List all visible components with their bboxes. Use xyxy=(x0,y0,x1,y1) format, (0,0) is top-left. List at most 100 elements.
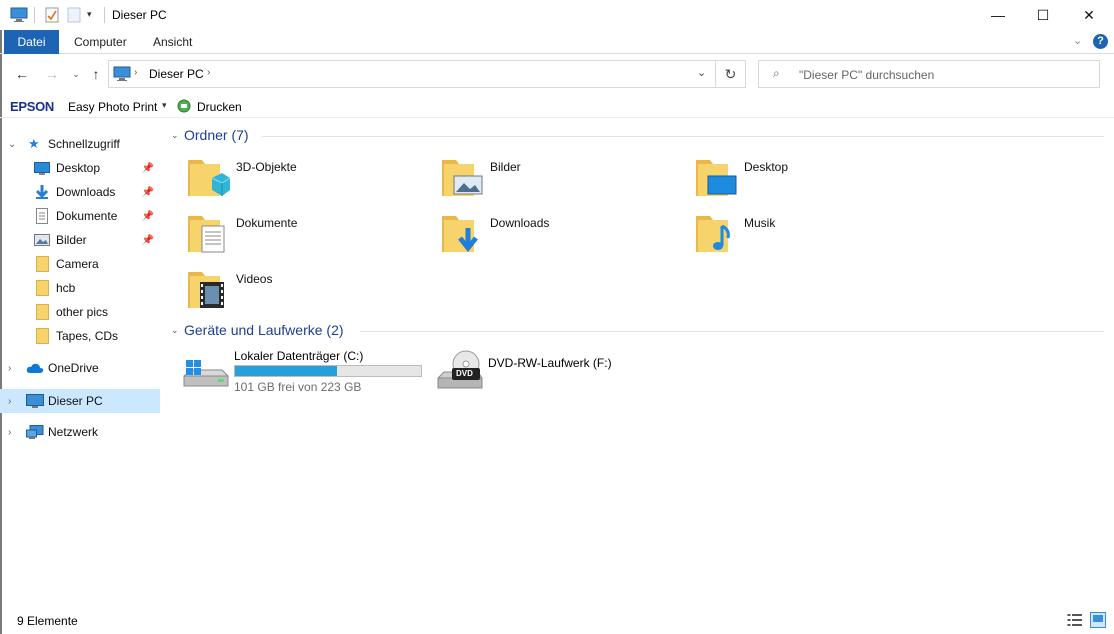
folder-icon xyxy=(36,256,49,272)
this-pc-icon xyxy=(26,394,44,412)
tab-ansicht[interactable]: Ansicht xyxy=(141,30,204,54)
group-divider xyxy=(360,331,1104,332)
customize-toolbar-icon[interactable]: ▾ xyxy=(87,9,92,20)
sidebar-item-label: Bilder xyxy=(56,233,87,247)
tab-computer[interactable]: Computer xyxy=(62,30,139,54)
folder-3d-objects[interactable]: 3D-Objekte xyxy=(184,152,434,204)
title-bar: ▾ Dieser PC — ☐ ✕ xyxy=(0,0,1114,30)
expand-chevron-icon[interactable]: ⌄ xyxy=(8,139,16,150)
sidebar-item-pictures[interactable]: Bilder 📌 xyxy=(0,228,160,252)
pin-icon[interactable]: 📌 xyxy=(142,163,154,174)
item-count: 9 Elemente xyxy=(17,614,78,628)
close-button[interactable]: ✕ xyxy=(1066,0,1112,30)
separator xyxy=(104,7,105,23)
sidebar-item-network[interactable]: › Netzwerk xyxy=(0,420,160,444)
printer-icon[interactable] xyxy=(177,99,191,116)
sidebar-item-downloads[interactable]: Downloads 📌 xyxy=(0,180,160,204)
ribbon-tabs: Datei Computer Ansicht ⌄ ? xyxy=(0,30,1114,54)
sidebar-item-label: Schnellzugriff xyxy=(48,137,120,151)
cloud-icon xyxy=(26,362,44,377)
folder-music[interactable]: Musik xyxy=(692,208,942,260)
folder-pictures[interactable]: Bilder xyxy=(438,152,688,204)
easy-photo-print-button[interactable]: Easy Photo Print xyxy=(68,100,157,114)
search-icon: ⌕ xyxy=(773,66,780,80)
drive-free-space: 101 GB frei von 223 GB xyxy=(234,380,362,394)
tab-datei[interactable]: Datei xyxy=(4,30,59,54)
documents-icon xyxy=(36,208,48,227)
folders-group-header[interactable]: Ordner (7) xyxy=(184,127,249,143)
search-input[interactable]: ⌕ "Dieser PC" durchsuchen xyxy=(758,60,1100,88)
search-placeholder: "Dieser PC" durchsuchen xyxy=(799,68,935,82)
minimize-button[interactable]: — xyxy=(975,0,1021,30)
desktop-folder-icon xyxy=(692,152,740,200)
sidebar-item-hcb[interactable]: hcb xyxy=(0,276,160,300)
address-bar[interactable]: › Dieser PC › ⌄ xyxy=(108,60,716,88)
collapse-group-icon[interactable]: ⌄ xyxy=(171,130,179,141)
drive-c[interactable]: Lokaler Datenträger (C:) 101 GB frei von… xyxy=(182,346,432,398)
documents-folder-icon xyxy=(184,208,232,256)
collapse-group-icon[interactable]: ⌄ xyxy=(171,325,179,336)
folder-icon xyxy=(36,328,49,344)
star-icon: ★ xyxy=(28,136,40,151)
expand-ribbon-icon[interactable]: ⌄ xyxy=(1073,34,1082,47)
dropdown-arrow-icon[interactable]: ▾ xyxy=(162,100,167,111)
expand-chevron-icon[interactable]: › xyxy=(8,363,11,374)
sidebar-item-camera[interactable]: Camera xyxy=(0,252,160,276)
sidebar-item-tapes-cds[interactable]: Tapes, CDs xyxy=(0,324,160,348)
folder-videos[interactable]: Videos xyxy=(184,264,434,316)
pin-icon[interactable]: 📌 xyxy=(142,187,154,198)
folder-label: Videos xyxy=(236,272,273,286)
forward-arrow-icon[interactable]: → xyxy=(42,66,62,82)
print-button[interactable]: Drucken xyxy=(197,100,242,114)
sidebar-item-label: Camera xyxy=(56,257,99,271)
expand-chevron-icon[interactable]: › xyxy=(8,396,11,407)
sidebar-item-label: Downloads xyxy=(56,185,116,199)
pin-icon[interactable]: 📌 xyxy=(142,235,154,246)
folder-documents[interactable]: Dokumente xyxy=(184,208,434,260)
folder-desktop[interactable]: Desktop xyxy=(692,152,942,204)
new-folder-icon[interactable] xyxy=(66,7,82,26)
drive-label: Lokaler Datenträger (C:) xyxy=(234,349,364,363)
back-arrow-icon[interactable]: ← xyxy=(12,66,32,82)
up-arrow-icon[interactable]: ↑ xyxy=(86,66,106,82)
dvd-badge: DVD xyxy=(456,369,473,378)
desktop-icon xyxy=(34,162,50,178)
sidebar-item-quick-access[interactable]: ⌄ ★ Schnellzugriff xyxy=(0,132,160,156)
sidebar-item-other-pics[interactable]: other pics xyxy=(0,300,160,324)
pictures-icon xyxy=(34,234,50,249)
epson-toolbar: EPSON Easy Photo Print ▾ Drucken xyxy=(0,96,1114,118)
refresh-icon: ↻ xyxy=(724,65,737,82)
folder-label: 3D-Objekte xyxy=(236,160,297,174)
sidebar-item-label: Dokumente xyxy=(56,209,118,223)
pin-icon[interactable]: 📌 xyxy=(142,211,154,222)
this-pc-icon[interactable] xyxy=(10,7,28,26)
maximize-button[interactable]: ☐ xyxy=(1020,0,1066,30)
help-icon[interactable]: ? xyxy=(1093,34,1108,49)
expand-chevron-icon[interactable]: › xyxy=(8,427,11,438)
address-dropdown-icon[interactable]: ⌄ xyxy=(697,66,706,79)
sidebar-item-label: hcb xyxy=(56,281,76,295)
sidebar-item-this-pc[interactable]: › Dieser PC xyxy=(0,389,160,413)
recent-locations-icon[interactable]: ⌄ xyxy=(66,66,86,82)
breadcrumb-chevron-icon[interactable]: › xyxy=(207,67,210,78)
sidebar-item-documents[interactable]: Dokumente 📌 xyxy=(0,204,160,228)
music-folder-icon xyxy=(692,208,740,256)
breadcrumb-this-pc[interactable]: Dieser PC xyxy=(149,67,204,81)
large-icons-view-icon[interactable] xyxy=(1090,612,1106,631)
folder-downloads[interactable]: Downloads xyxy=(438,208,688,260)
refresh-button[interactable]: ↻ xyxy=(716,60,746,88)
group-divider xyxy=(262,136,1104,137)
drives-group-header[interactable]: Geräte und Laufwerke (2) xyxy=(184,322,344,338)
3d-objects-icon xyxy=(184,152,232,200)
details-view-icon[interactable] xyxy=(1067,613,1083,630)
drive-f[interactable]: DVD DVD-RW-Laufwerk (F:) xyxy=(436,346,686,398)
folder-icon xyxy=(36,280,49,296)
window-title: Dieser PC xyxy=(112,8,167,22)
sidebar-item-desktop[interactable]: Desktop 📌 xyxy=(0,156,160,180)
breadcrumb-chevron-icon[interactable]: › xyxy=(134,67,137,78)
folder-label: Dokumente xyxy=(236,216,298,230)
properties-icon[interactable] xyxy=(44,7,60,26)
drive-label: DVD-RW-Laufwerk (F:) xyxy=(488,356,612,370)
sidebar-item-onedrive[interactable]: › OneDrive xyxy=(0,356,160,380)
separator xyxy=(34,7,35,23)
